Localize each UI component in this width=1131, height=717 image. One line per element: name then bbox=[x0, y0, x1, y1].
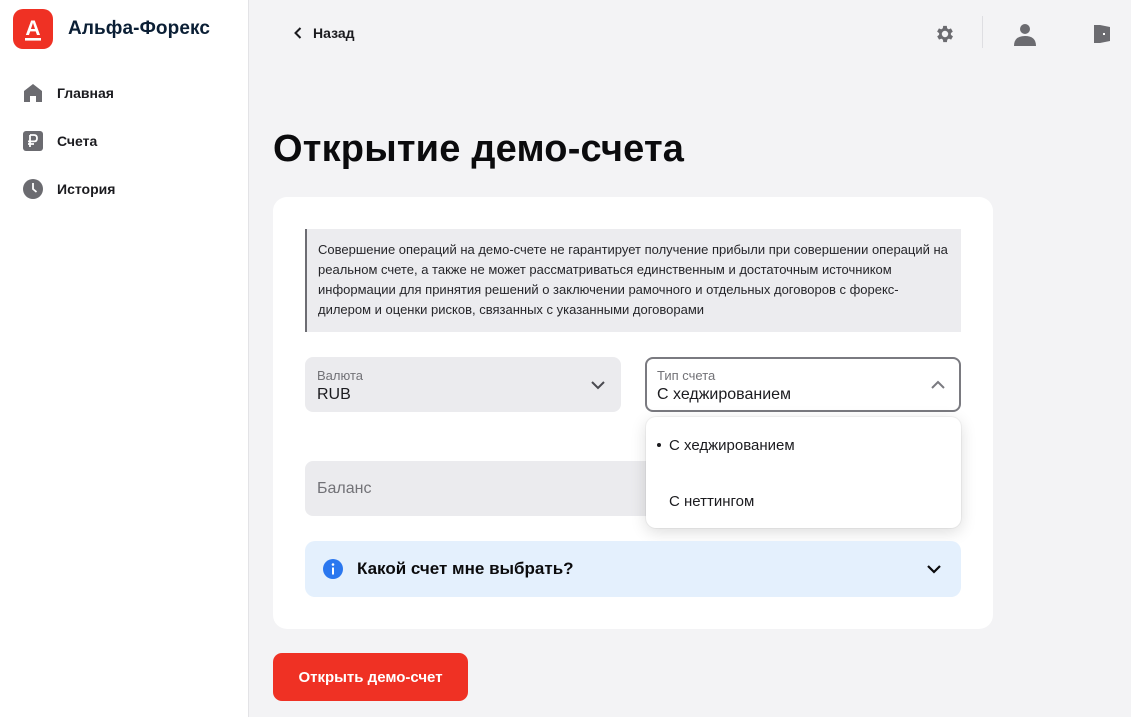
sidebar-item-history[interactable]: История bbox=[22, 176, 115, 202]
sidebar-item-label: Счета bbox=[57, 133, 98, 149]
open-demo-account-button[interactable]: Открыть демо-счет bbox=[273, 653, 468, 701]
sidebar-item-accounts[interactable]: Счета bbox=[22, 128, 115, 154]
account-type-dropdown: С хеджированием С неттингом bbox=[646, 417, 961, 528]
chevron-up-icon bbox=[929, 376, 947, 394]
currency-select[interactable]: Валюта RUB bbox=[305, 357, 621, 412]
home-icon bbox=[22, 82, 44, 104]
info-icon bbox=[322, 558, 344, 580]
currency-label: Валюта bbox=[317, 368, 363, 383]
user-icon[interactable] bbox=[1012, 20, 1038, 48]
back-label: Назад bbox=[313, 25, 355, 41]
balance-input[interactable]: Баланс bbox=[305, 461, 685, 516]
clock-icon bbox=[22, 178, 44, 200]
chevron-down-icon bbox=[589, 376, 607, 394]
currency-value: RUB bbox=[317, 386, 351, 403]
chevron-left-icon bbox=[293, 24, 307, 42]
account-type-label: Тип счета bbox=[657, 368, 716, 383]
option-netting[interactable]: С неттингом bbox=[646, 481, 961, 521]
accordion-title: Какой счет мне выбрать? bbox=[357, 559, 574, 578]
account-type-value: С хеджированием bbox=[657, 386, 792, 403]
toolbar-divider bbox=[982, 16, 983, 48]
sidebar-item-home[interactable]: Главная bbox=[22, 80, 115, 106]
svg-text:А: А bbox=[25, 17, 40, 40]
sidebar-nav: Главная Счета История bbox=[22, 80, 115, 224]
page-title: Открытие демо-счета bbox=[273, 128, 685, 170]
demo-account-form: Совершение операций на демо-счете не гар… bbox=[273, 197, 993, 629]
option-label: С хеджированием bbox=[669, 436, 795, 454]
sidebar-item-label: История bbox=[57, 181, 116, 197]
sidebar: А Альфа-Форекс Главная Счета История bbox=[0, 0, 249, 717]
top-toolbar bbox=[930, 16, 1120, 48]
back-link[interactable]: Назад bbox=[293, 24, 355, 42]
option-hedging[interactable]: С хеджированием bbox=[646, 425, 961, 465]
selected-dot-icon bbox=[657, 443, 661, 447]
sidebar-item-label: Главная bbox=[57, 85, 114, 101]
disclaimer-notice: Совершение операций на демо-счете не гар… bbox=[305, 229, 961, 332]
account-choice-accordion[interactable]: Какой счет мне выбрать? bbox=[305, 541, 961, 597]
brand[interactable]: А Альфа-Форекс bbox=[13, 9, 210, 49]
chevron-down-icon bbox=[925, 560, 943, 578]
brand-name: Альфа-Форекс bbox=[68, 18, 211, 39]
option-label: С неттингом bbox=[669, 492, 755, 510]
balance-placeholder: Баланс bbox=[317, 480, 372, 497]
account-type-select[interactable]: Тип счета С хеджированием bbox=[645, 357, 961, 412]
logout-icon[interactable] bbox=[1092, 20, 1112, 48]
gear-icon[interactable] bbox=[933, 20, 957, 48]
alfa-logo-icon: А bbox=[13, 9, 53, 49]
ruble-icon bbox=[22, 130, 44, 152]
